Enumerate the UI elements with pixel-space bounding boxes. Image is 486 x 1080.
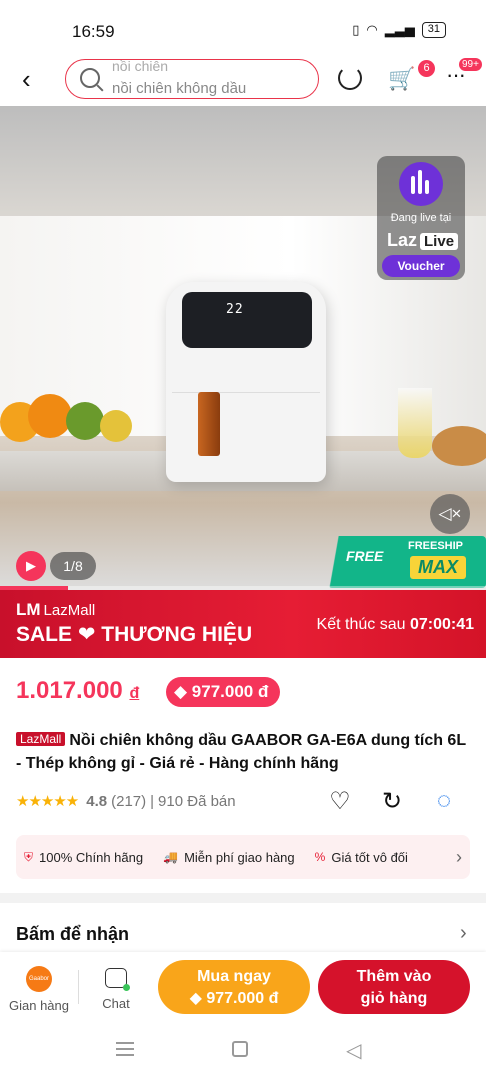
truck-icon: 🚚 — [163, 850, 179, 864]
live-status-text: Đang live tại — [390, 212, 452, 224]
wifi-icon: ◠ — [366, 22, 378, 37]
menu-icon[interactable] — [116, 1042, 134, 1056]
badge-authentic: ⛨ 100% Chính hãng — [24, 849, 144, 865]
buy-now-button[interactable]: Mua ngay ◆ 977.000 đ — [158, 960, 310, 1014]
divider — [78, 970, 79, 1004]
section-divider — [0, 893, 486, 903]
search-icon — [80, 68, 100, 88]
store-button[interactable]: Gaabor Gian hàng — [8, 966, 70, 1013]
store-logo: Gaabor — [26, 966, 52, 992]
voucher-price-badge[interactable]: ◆ 977.000 đ — [166, 677, 281, 707]
battery-icon: 31 — [421, 22, 446, 38]
star-rating: ★★★★★ — [16, 793, 79, 810]
shield-icon: ⛨ — [24, 849, 34, 864]
chat-icon — [105, 968, 130, 991]
product-title: LazMall Nồi chiên không dầu GAABOR GA-E6A… — [16, 732, 466, 772]
guarantee-strip[interactable]: ⛨ 100% Chính hãng 🚚 Miễn phí giao hàng % Gi… — [16, 835, 470, 879]
status-bar: 16:59 ▯ ◠ ▂▃▅ 31 — [0, 0, 486, 56]
sale-countdown: Kết thúc sau 07:00:41 — [316, 616, 474, 633]
home-icon[interactable] — [232, 1041, 248, 1057]
glass-image — [398, 388, 432, 458]
apple-image — [100, 410, 132, 442]
lazmall-badge: LazMall — [16, 732, 66, 746]
notification-badge: 99+ — [459, 58, 482, 71]
search-suggestion-previous: nồi chiên — [112, 59, 169, 74]
system-navigation: ◁ — [0, 1026, 486, 1080]
video-icon[interactable]: ▶ — [16, 551, 46, 581]
vibrate-icon: ▯ — [352, 22, 360, 37]
back-icon[interactable]: ‹ — [22, 64, 31, 95]
back-triangle-icon[interactable]: ◁ — [346, 1038, 361, 1063]
chat-button[interactable]: Chat — [92, 968, 140, 1011]
mute-icon[interactable]: ◁× — [430, 494, 470, 534]
sold-count: 910 Đã bán — [158, 792, 236, 810]
image-pager: 1/8 — [50, 552, 96, 580]
tag-icon: ◆ — [189, 990, 207, 1007]
orange-image — [28, 394, 72, 438]
add-to-cart-button[interactable]: Thêm vào giỏ hàng — [318, 960, 470, 1014]
signal-icon: ▂▃▅ — [384, 22, 415, 37]
lazlive-brand: Laz Live — [387, 230, 459, 251]
chevron-right-icon[interactable]: › — [460, 922, 467, 945]
rating-row[interactable]: ★★★★★ 4.8 (217) | 910 Đã bán — [16, 792, 236, 811]
heart-icon[interactable]: ♡ — [326, 787, 354, 815]
cart-badge: 6 — [418, 60, 435, 77]
top-bar: ‹ nồi chiên nồi chiên không dầu 🛒 6 ··· … — [0, 56, 486, 106]
lazmall-logo: LM LazMall — [16, 600, 96, 619]
freeship-max-banner: FREE FREESHIP MAX — [328, 536, 486, 588]
fryer-drawer — [172, 392, 320, 478]
badge-best-price: % Giá tốt vô đối — [314, 849, 408, 865]
product-price: 1.017.000 đ — [16, 677, 140, 704]
fryer-handle — [198, 392, 220, 456]
status-icons: ▯ ◠ ▂▃▅ 31 — [352, 22, 446, 38]
tap-to-receive-title[interactable]: Bấm để nhận — [16, 924, 129, 945]
croissant-image — [432, 426, 486, 466]
sale-banner[interactable]: LM LazMall SALE ❤ THƯƠNG HIỆU Kết thúc sa… — [0, 590, 486, 658]
live-voucher-button[interactable]: Voucher — [382, 255, 460, 277]
control-panel — [182, 292, 312, 348]
product-media[interactable]: 22 Đang live tại Laz Live Voucher ◁× ▶ 1/… — [0, 106, 486, 590]
share-icon[interactable]: ↻ — [378, 787, 406, 815]
clock: 16:59 — [72, 22, 115, 41]
chevron-right-icon[interactable]: › — [456, 847, 462, 868]
messenger-icon[interactable]: ◌ — [430, 787, 458, 815]
product-actions: ♡ ↻ ◌ — [326, 787, 458, 815]
rating-score: 4.8 — [86, 792, 108, 810]
tag-icon: ◆ — [174, 682, 192, 701]
share-icon[interactable] — [338, 66, 362, 90]
lazlive-card[interactable]: Đang live tại Laz Live Voucher — [377, 156, 465, 280]
review-count: (217) — [111, 792, 147, 810]
fryer-display: 22 — [226, 302, 244, 317]
cart-icon[interactable]: 🛒 — [388, 66, 415, 92]
vegetable-image — [66, 402, 104, 440]
search-suggestion: nồi chiên không dầu — [112, 80, 247, 97]
search-input[interactable]: nồi chiên nồi chiên không dầu — [65, 59, 319, 99]
tag-icon: % — [314, 850, 326, 864]
air-fryer-image: 22 — [166, 282, 326, 482]
bottom-action-bar: Gaabor Gian hàng Chat Mua ngay ◆ 977.000… — [0, 952, 486, 1026]
badge-free-shipping: 🚚 Miễn phí giao hàng — [163, 849, 295, 865]
sale-title: SALE ❤ THƯƠNG HIỆU — [16, 623, 253, 646]
lazlive-logo-icon — [399, 162, 443, 206]
